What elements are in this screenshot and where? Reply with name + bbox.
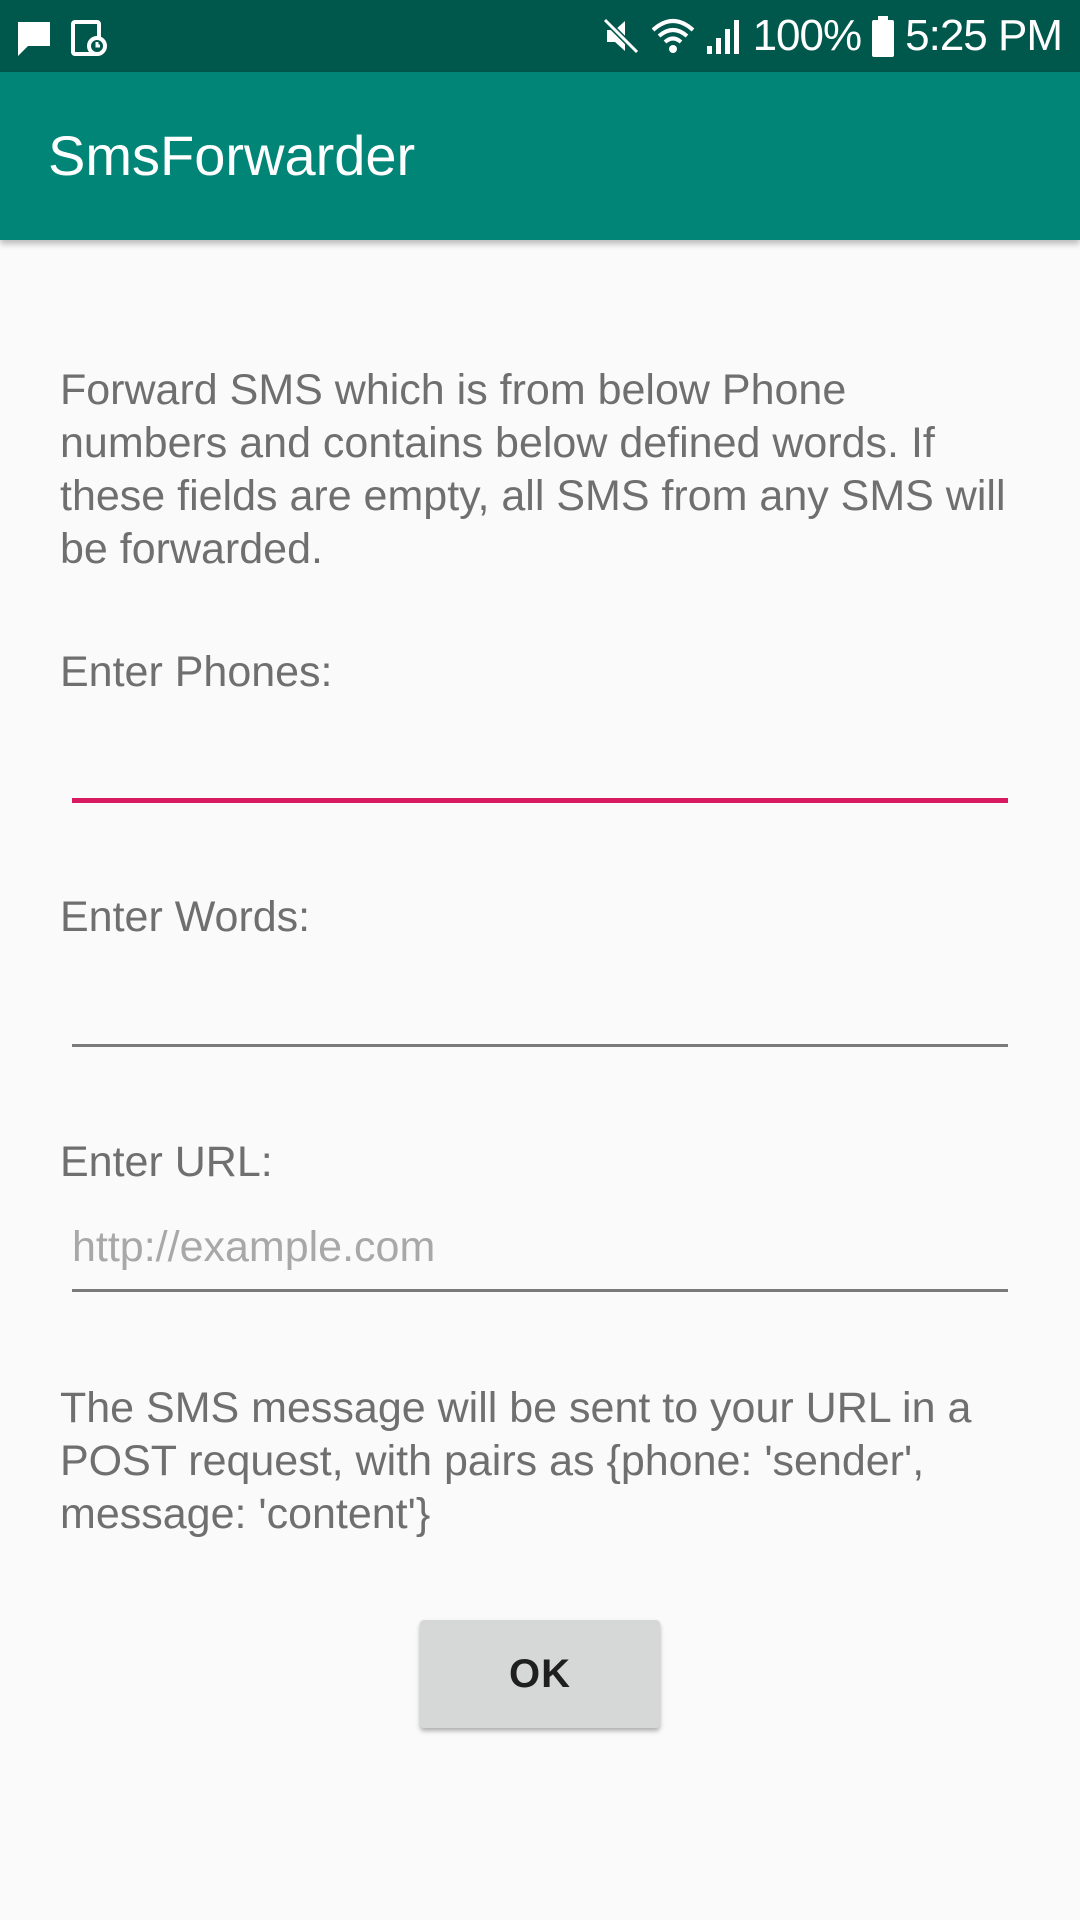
message-icon bbox=[18, 22, 50, 56]
status-icons: 100% 5:25 PM bbox=[601, 0, 1063, 72]
screenshot-icon bbox=[71, 20, 107, 56]
url-label: Enter URL: bbox=[60, 1138, 273, 1186]
note-text: The SMS message will be sent to your URL… bbox=[60, 1384, 972, 1538]
status-bar: 100% 5:25 PM bbox=[0, 0, 1080, 72]
url-input[interactable] bbox=[72, 1212, 1008, 1292]
signal-icon bbox=[706, 20, 739, 54]
app-bar: SmsForwarder bbox=[0, 72, 1080, 240]
description-text: Forward SMS which is from below Phone nu… bbox=[60, 366, 1006, 573]
mute-icon bbox=[602, 17, 639, 55]
battery-percent: 100% bbox=[752, 11, 863, 60]
battery-icon bbox=[872, 16, 895, 57]
ok-button[interactable]: OK bbox=[420, 1620, 660, 1728]
phones-input[interactable] bbox=[72, 723, 1008, 803]
app-title: SmsForwarder bbox=[48, 124, 416, 187]
phones-label: Enter Phones: bbox=[60, 648, 333, 696]
words-label: Enter Words: bbox=[60, 893, 311, 941]
words-input[interactable] bbox=[72, 967, 1008, 1047]
wifi-icon bbox=[651, 19, 694, 53]
clock: 5:25 PM bbox=[905, 11, 1063, 60]
